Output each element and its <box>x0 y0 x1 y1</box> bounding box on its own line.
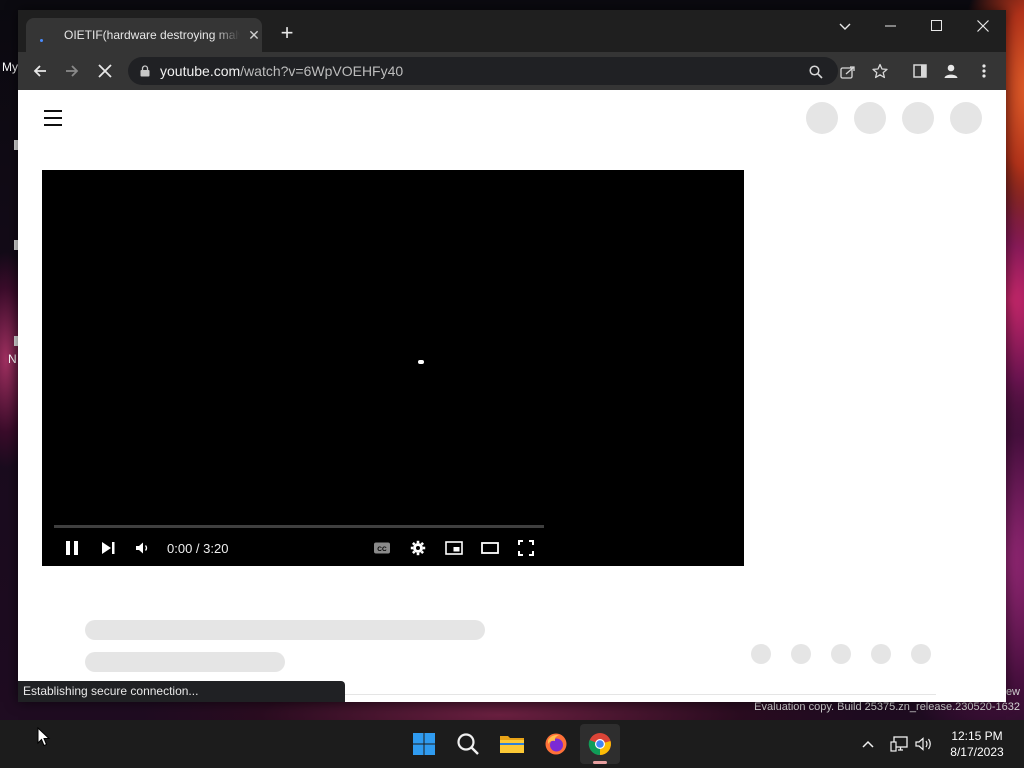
arrow-left-icon <box>33 65 46 77</box>
title-skeleton <box>85 620 485 640</box>
close-icon <box>977 20 989 32</box>
maximize-icon <box>931 20 942 31</box>
taskbar-clock[interactable]: 12:15 PM 8/17/2023 <box>944 728 1010 760</box>
chrome-button[interactable] <box>580 724 620 764</box>
tab-title: OIETIF(hardware destroying malw <box>64 28 240 42</box>
clock-date: 8/17/2023 <box>950 745 1004 759</box>
stop-loading-button[interactable] <box>90 56 120 86</box>
subtitle-skeleton <box>85 652 285 672</box>
header-placeholder <box>854 102 886 134</box>
url-host: youtube.com <box>160 63 241 79</box>
browser-window: OIETIF(hardware destroying malw ✕ + yout… <box>18 10 1006 702</box>
header-placeholder <box>950 102 982 134</box>
gear-icon <box>410 540 426 556</box>
status-bar: Establishing secure connection... <box>18 681 345 702</box>
chevron-up-icon <box>862 740 874 748</box>
fullscreen-button[interactable] <box>512 534 540 562</box>
header-placeholder <box>806 102 838 134</box>
video-time: 0:00 / 3:20 <box>167 541 229 556</box>
arrow-right-icon <box>66 65 79 77</box>
url-text: youtube.com/watch?v=6WpVOEHFy40 <box>160 63 403 79</box>
folder-icon <box>500 736 524 753</box>
mute-button[interactable] <box>129 534 157 562</box>
new-tab-button[interactable]: + <box>276 22 298 44</box>
youtube-page: 0:00 / 3:20 CC <box>18 90 1006 702</box>
minimize-icon <box>885 25 896 27</box>
volume-icon <box>136 542 148 554</box>
action-skeleton <box>871 644 891 664</box>
start-button[interactable] <box>404 724 444 764</box>
mouse-cursor-icon <box>37 727 51 747</box>
miniplayer-button[interactable] <box>440 534 468 562</box>
address-bar[interactable]: youtube.com/watch?v=6WpVOEHFy40 <box>128 57 855 85</box>
browser-tab[interactable]: OIETIF(hardware destroying malw ✕ <box>26 18 262 52</box>
back-button[interactable] <box>25 56 55 86</box>
loading-spinner <box>418 360 424 364</box>
theater-mode-button[interactable] <box>476 534 504 562</box>
menu-hamburger-icon[interactable] <box>42 110 66 128</box>
chrome-icon <box>588 733 611 756</box>
firefox-icon <box>545 733 567 755</box>
fullscreen-icon <box>518 540 534 556</box>
windows-logo-icon <box>413 733 435 755</box>
progress-bar[interactable] <box>54 525 544 528</box>
firefox-button[interactable] <box>536 724 576 764</box>
bookmark-star-icon[interactable] <box>869 60 891 82</box>
volume-button[interactable] <box>913 720 935 768</box>
file-explorer-button[interactable] <box>492 724 532 764</box>
pause-button[interactable] <box>58 534 86 562</box>
miniplayer-icon <box>445 541 463 555</box>
taskbar: 12:15 PM 8/17/2023 <box>0 720 1024 768</box>
video-player[interactable]: 0:00 / 3:20 CC <box>42 170 744 566</box>
clock-time: 12:15 PM <box>951 729 1003 743</box>
tab-search-button[interactable] <box>830 16 860 38</box>
pause-icon <box>66 541 78 555</box>
action-skeleton <box>751 644 771 664</box>
close-icon <box>98 64 112 78</box>
chevron-down-icon <box>839 23 851 30</box>
captions-icon: CC <box>374 542 390 554</box>
close-window-button[interactable] <box>960 10 1006 42</box>
header-placeholder <box>902 102 934 134</box>
svg-text:CC: CC <box>377 546 387 553</box>
profile-icon[interactable] <box>940 60 962 82</box>
next-button[interactable] <box>94 534 122 562</box>
minimize-button[interactable] <box>868 10 914 42</box>
network-icon <box>890 736 908 752</box>
taskbar-search-button[interactable] <box>448 724 488 764</box>
side-panel-icon[interactable] <box>909 60 931 82</box>
action-skeleton <box>791 644 811 664</box>
search-icon <box>457 733 479 755</box>
volume-icon <box>915 737 931 751</box>
maximize-button[interactable] <box>914 10 960 42</box>
watermark-line: Evaluation copy. Build 25375.zn_release.… <box>754 701 1020 713</box>
tab-close-icon[interactable]: ✕ <box>246 27 262 44</box>
action-skeleton <box>911 644 931 664</box>
lock-icon[interactable] <box>138 64 152 78</box>
theater-icon <box>481 542 499 554</box>
skip-next-icon <box>102 542 115 554</box>
network-button[interactable] <box>888 720 910 768</box>
menu-kebab-icon[interactable] <box>973 60 995 82</box>
url-path: /watch?v=6WpVOEHFy40 <box>240 63 404 79</box>
title-bar: OIETIF(hardware destroying malw ✕ + <box>18 10 1006 52</box>
desktop-label: N <box>8 352 17 366</box>
browser-toolbar: youtube.com/watch?v=6WpVOEHFy40 <box>18 52 1006 90</box>
forward-button[interactable] <box>57 56 87 86</box>
share-icon[interactable] <box>837 61 859 83</box>
captions-button[interactable]: CC <box>368 534 396 562</box>
show-hidden-icons-button[interactable] <box>857 720 879 768</box>
desktop-label: My <box>2 60 18 74</box>
settings-button[interactable] <box>404 534 432 562</box>
search-icon[interactable] <box>805 61 827 83</box>
action-skeleton <box>831 644 851 664</box>
loading-favicon-icon <box>38 27 54 43</box>
